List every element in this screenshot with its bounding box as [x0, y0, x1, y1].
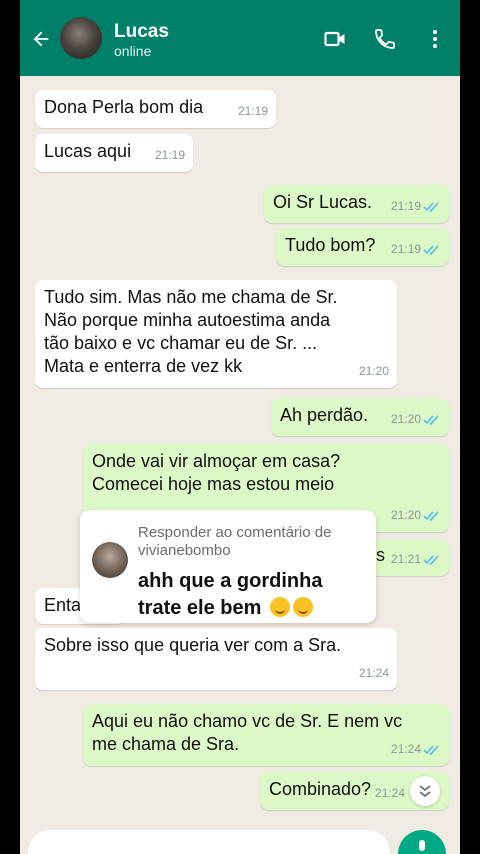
- message-text: Sobre isso que queria ver com a Sra.: [44, 635, 342, 655]
- message-incoming[interactable]: Lucas aqui 21:19: [35, 134, 193, 172]
- message-time: 21:24: [374, 786, 405, 800]
- message-text: Tudo sim. Mas não me chama de Sr. Não po…: [44, 287, 338, 376]
- message-time: 21:21: [390, 552, 421, 566]
- commenter-avatar: [92, 542, 128, 578]
- message-time: 21:19: [154, 148, 185, 162]
- message-text: Aqui eu não chamo vc de Sr. E nem vc me …: [92, 711, 403, 754]
- reply-label: Responder ao comentário de vivianebombo: [138, 524, 332, 559]
- message-time: 21:19: [237, 104, 268, 118]
- laughing-emoji-icon: [292, 597, 313, 617]
- mic-icon: [419, 840, 425, 851]
- contact-status: online: [114, 43, 152, 59]
- message-incoming[interactable]: Dona Perla bom dia 21:19: [35, 90, 276, 128]
- double-check-icon: [423, 245, 439, 255]
- reply-comment: ahh que a gordinha trate ele bem: [138, 568, 370, 622]
- message-text: Ah perdão.: [280, 405, 369, 425]
- message-text: Oi Sr Lucas.: [273, 192, 373, 212]
- message-text: Enta: [44, 595, 82, 615]
- message-text: Combinado?: [269, 779, 372, 799]
- mic-button[interactable]: [398, 830, 446, 854]
- message-input[interactable]: [28, 830, 390, 854]
- chat-header: Lucas online: [20, 0, 460, 76]
- message-time: 21:20: [390, 412, 421, 426]
- message-outgoing[interactable]: Ah perdão. 21:20: [271, 398, 449, 436]
- double-check-icon: [423, 745, 439, 755]
- double-check-icon: [423, 415, 439, 425]
- message-time: 21:20: [358, 364, 389, 378]
- message-time: 21:19: [390, 199, 421, 213]
- phone-icon[interactable]: [373, 27, 397, 51]
- chat-screen: Lucas online Dona Perla bom dia 21:19 Lu…: [20, 0, 460, 854]
- more-vertical-icon[interactable]: [423, 27, 447, 51]
- double-check-icon: [423, 511, 439, 521]
- arrow-left-icon[interactable]: [30, 28, 52, 50]
- message-time: 21:24: [358, 666, 389, 680]
- message-outgoing[interactable]: Oi Sr Lucas. 21:19: [264, 185, 449, 223]
- message-time: 21:19: [390, 242, 421, 256]
- message-text: Dona Perla bom dia: [44, 97, 204, 117]
- message-text: Tudo bom?: [285, 235, 376, 255]
- message-outgoing[interactable]: Tudo bom? 21:19: [276, 228, 449, 266]
- message-outgoing[interactable]: Aqui eu não chamo vc de Sr. E nem vc me …: [83, 704, 449, 766]
- laughing-emoji-icon: [269, 597, 290, 617]
- message-text: Onde vai vir almoçar em casa? Comecei ho…: [92, 451, 341, 494]
- message-time: 21:20: [390, 508, 421, 522]
- reply-comment-overlay: Responder ao comentário de vivianebombo …: [80, 510, 376, 623]
- double-chevron-down-icon: [419, 785, 431, 798]
- message-incoming[interactable]: Sobre isso que queria ver com a Sra. 21:…: [35, 628, 397, 690]
- avatar[interactable]: [60, 17, 102, 59]
- double-check-icon: [423, 555, 439, 565]
- scroll-down-button[interactable]: [410, 776, 440, 806]
- video-call-icon[interactable]: [323, 27, 347, 51]
- message-time: 21:24: [390, 742, 421, 756]
- message-incoming[interactable]: Tudo sim. Mas não me chama de Sr. Não po…: [35, 280, 397, 388]
- message-text: s: [376, 545, 385, 565]
- message-text: Lucas aqui: [44, 141, 132, 161]
- contact-name[interactable]: Lucas: [114, 21, 169, 43]
- double-check-icon: [423, 202, 439, 212]
